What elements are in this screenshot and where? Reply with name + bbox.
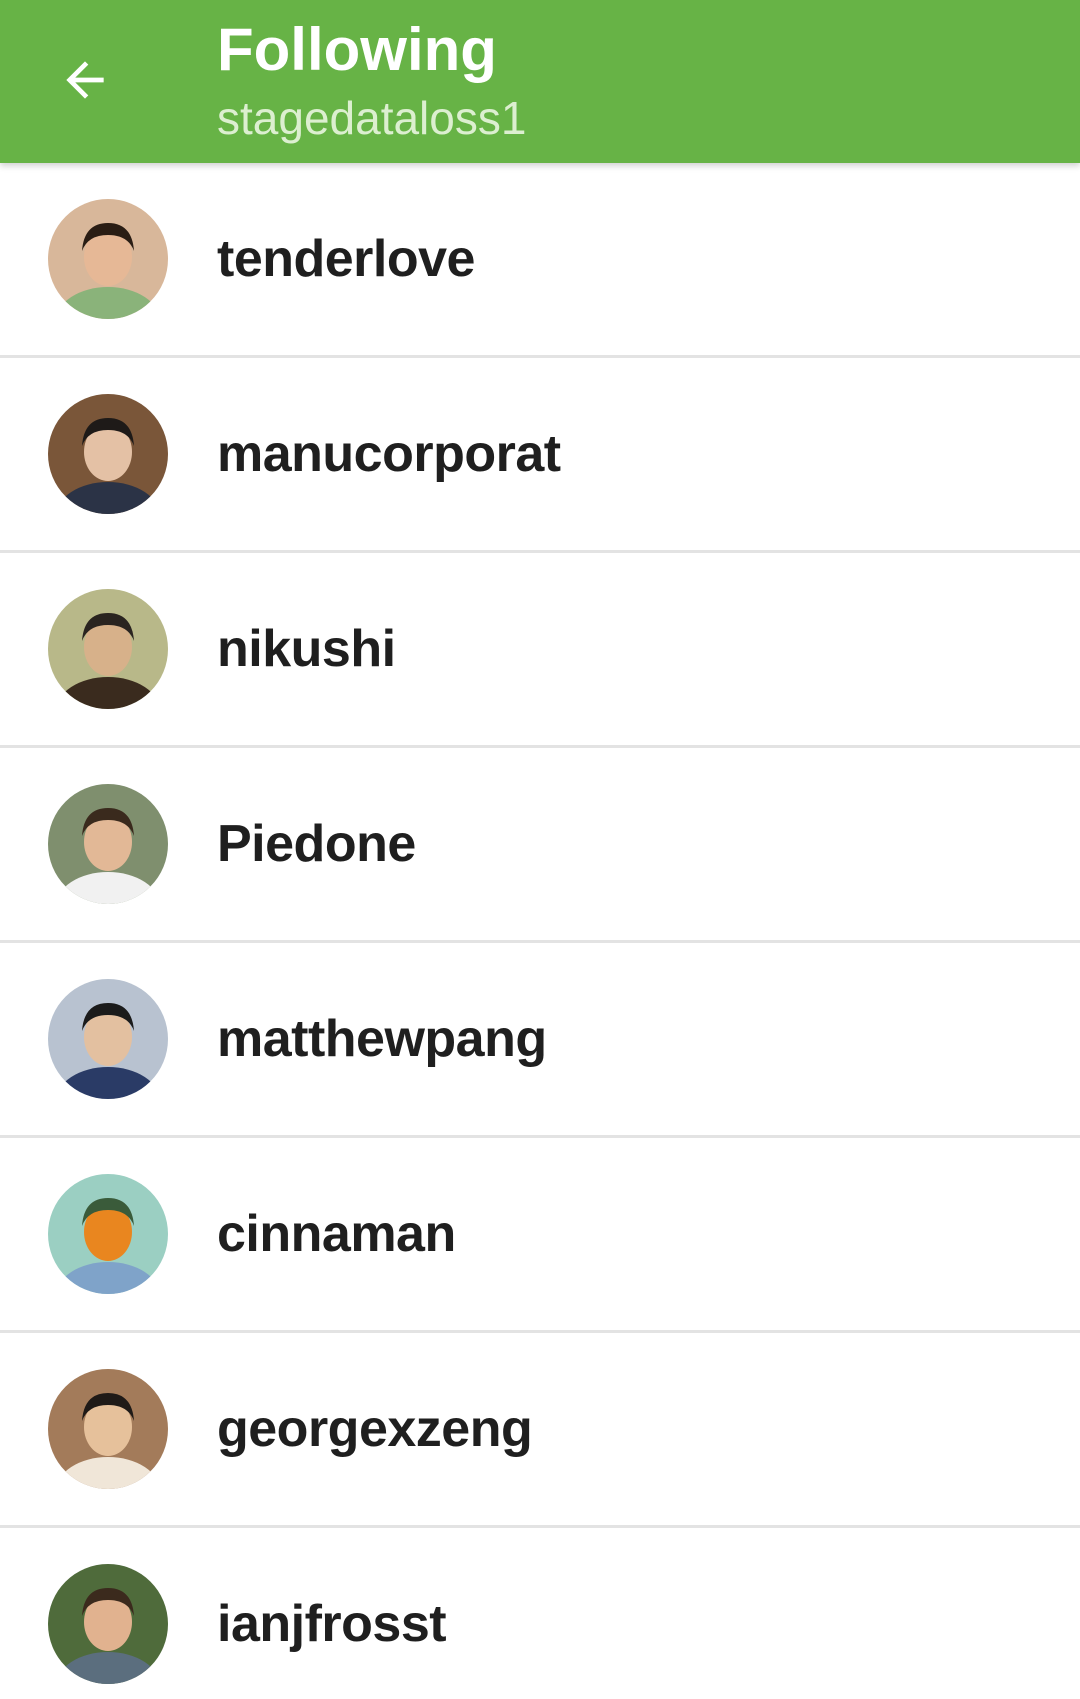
back-button[interactable]	[40, 30, 130, 130]
list-item[interactable]: cinnaman	[0, 1138, 1080, 1333]
list-item[interactable]: nikushi	[0, 553, 1080, 748]
page-subtitle: stagedataloss1	[217, 92, 527, 144]
username: georgexzeng	[217, 1400, 533, 1458]
username: ianjfrosst	[217, 1595, 447, 1653]
avatar	[48, 199, 168, 319]
avatar	[48, 1369, 168, 1489]
app-bar: Following stagedataloss1	[0, 0, 1080, 163]
list-item[interactable]: georgexzeng	[0, 1333, 1080, 1528]
username: tenderlove	[217, 230, 475, 288]
list-item[interactable]: manucorporat	[0, 358, 1080, 553]
username: nikushi	[217, 620, 396, 678]
avatar	[48, 1564, 168, 1684]
username: manucorporat	[217, 425, 561, 483]
list-item[interactable]: tenderlove	[0, 163, 1080, 358]
username: cinnaman	[217, 1205, 456, 1263]
page-title: Following	[217, 16, 497, 83]
avatar	[48, 784, 168, 904]
username: matthewpang	[217, 1010, 547, 1068]
username: Piedone	[217, 815, 416, 873]
list-item[interactable]: matthewpang	[0, 943, 1080, 1138]
following-list: tenderlove manucorporat nikushi Piedone matt…	[0, 163, 1080, 1699]
avatar	[48, 589, 168, 709]
avatar	[48, 979, 168, 1099]
avatar	[48, 1174, 168, 1294]
avatar	[48, 394, 168, 514]
arrow-left-icon	[66, 61, 104, 99]
list-item[interactable]: Piedone	[0, 748, 1080, 943]
list-item[interactable]: ianjfrosst	[0, 1528, 1080, 1699]
